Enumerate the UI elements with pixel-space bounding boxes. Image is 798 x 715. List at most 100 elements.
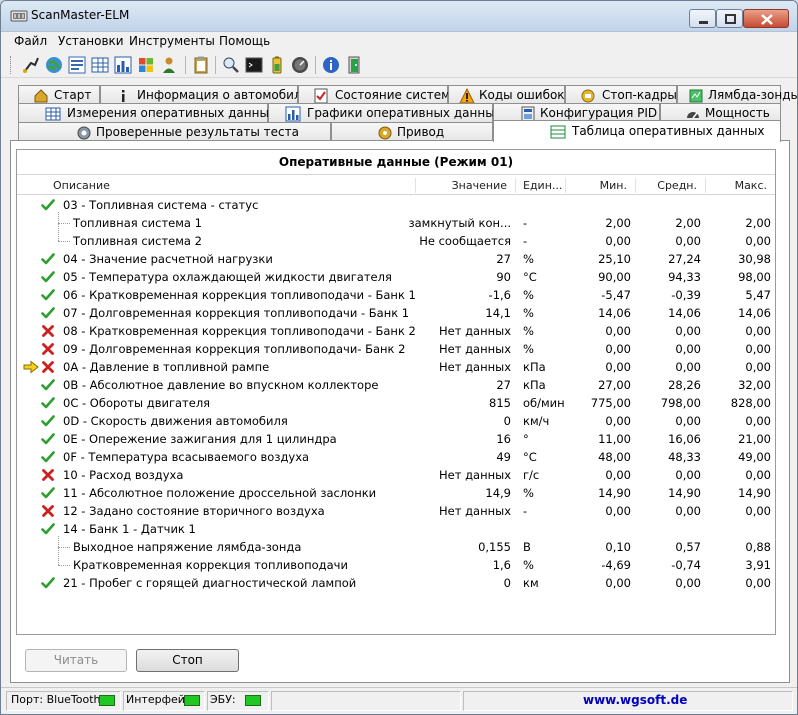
connect-icon[interactable] [21,55,41,75]
table-row[interactable]: 06 - Кратковременная коррекция топливопо… [17,286,775,304]
cell-max: 828,00 [730,396,771,410]
table-row[interactable]: 10 - Расход воздуха Нет данных г/с 0,00 0,00… [17,466,775,484]
tab-test-results[interactable]: Проверенные результаты теста [18,122,331,142]
tab-lambda-sensors[interactable]: Лямбда-зонды [677,85,797,105]
table-row[interactable]: 14 - Банк 1 - Датчик 1 [17,520,775,538]
tab-live-data-table[interactable]: Таблица оперативных данных [493,120,781,142]
table-row[interactable]: 08 - Кратковременная коррекция топливопо… [17,322,775,340]
clipboard-icon[interactable] [191,55,211,75]
menu-help[interactable]: Помощь [219,34,270,48]
table-row[interactable]: Кратковременная коррекция топливоподачи 1… [17,556,775,574]
tab-row-1: Старт Информация о автомобиле Состояние … [18,85,797,105]
tab-system-status[interactable]: Состояние системы [298,85,460,105]
table-row[interactable]: 09 - Долговременная коррекция топливопод… [17,340,775,358]
cell-unit: - [523,216,528,230]
minimize-button[interactable] [689,9,716,28]
port-led-icon [99,695,115,706]
freeze-icon [581,89,595,103]
title-bar[interactable]: ScanMaster-ELM [1,1,797,32]
check-icon [41,450,55,464]
column-header-description[interactable]: Описание [53,179,110,192]
tab-live-graphs[interactable]: Графики оперативных данных [268,103,502,123]
table-row[interactable]: 12 - Задано состояние вторичного воздуха… [17,502,775,520]
stop-button[interactable]: Стоп [136,649,239,672]
check-icon [41,378,55,392]
read-button[interactable]: Читать [25,649,127,672]
cell-value: 815 [489,396,511,410]
window-title: ScanMaster-ELM [31,8,130,22]
chart-icon[interactable] [113,55,133,75]
cell-unit: об/мин [523,396,565,410]
tab-live-measurements[interactable]: Измерения оперативных данных [18,103,276,123]
table-row[interactable]: 11 - Абсолютное положение дроссельной за… [17,484,775,502]
cell-avg: 0,00 [675,504,701,518]
exit-icon[interactable] [344,55,364,75]
table-row[interactable]: Топливная система 2 Не сообщается - 0,00 0,0… [17,232,775,250]
cell-value: 14,1 [485,306,511,320]
grid-title: Оперативные данные (Режим 01) [17,150,775,175]
main-window: ScanMaster-ELM Файл Установки Инструмент… [0,0,798,715]
column-header-avg[interactable]: Средн. [657,179,697,192]
table-row[interactable]: 21 - Пробег с горящей диагностической ла… [17,574,775,592]
table-row[interactable]: Топливная система 1 замкнутый кон... - 2,00… [17,214,775,232]
maximize-button[interactable] [716,9,743,28]
website-link[interactable]: www.wgsoft.de [583,693,687,707]
column-header-min[interactable]: Мин. [600,179,627,192]
table-row[interactable]: 0D - Скорость движения автомобиля 0 км/ч 0,… [17,412,775,430]
cell-description: 0A - Давление в топливной рампе [63,360,270,374]
live-data-grid[interactable]: Оперативные данные (Режим 01) Описание З… [16,149,776,635]
table-row[interactable]: 03 - Топливная система - статус [17,196,775,214]
table-row[interactable]: Выходное напряжение лямбда-зонда 0,155 В 0,… [17,538,775,556]
gauge-icon[interactable] [290,55,310,75]
tab-drive[interactable]: Привод [331,122,493,142]
status-ecu-label: ЭБУ: [210,693,236,706]
globe-icon[interactable] [44,55,64,75]
cell-avg: 0,00 [675,342,701,356]
table-row[interactable]: 05 - Температура охлаждающей жидкости дв… [17,268,775,286]
check-icon [41,198,55,212]
toolbar-separator [315,56,316,74]
status-port-label: Порт: BlueTooth [11,693,101,706]
table-row[interactable]: 07 - Долговременная коррекция топливопод… [17,304,775,322]
cell-description: Выходное напряжение лямбда-зонда [73,540,302,554]
cell-value: Нет данных [439,504,511,518]
cell-description: 12 - Задано состояние вторичного воздуха [63,504,325,518]
cell-description: 0E - Опережение зажигания для 1 цилиндра [63,432,337,446]
battery-icon[interactable] [267,55,287,75]
tab-start[interactable]: Старт [18,85,100,105]
column-header-unit[interactable]: Един... [523,179,562,192]
windows-icon[interactable] [136,55,156,75]
info-icon[interactable] [67,55,87,75]
help-icon[interactable] [321,55,341,75]
column-header-max[interactable]: Макс. [735,179,767,192]
person-icon[interactable] [159,55,179,75]
tab-error-codes[interactable]: Коды ошибок [448,85,565,105]
cross-icon [41,342,55,356]
terminal-icon[interactable] [244,55,264,75]
table-row[interactable]: 0B - Абсолютное давление во впускном кол… [17,376,775,394]
table-row[interactable]: 0F - Температура всасываемого воздуха 49 °… [17,448,775,466]
toolbar-grip[interactable] [10,56,13,74]
search-icon[interactable] [221,55,241,75]
cell-description: 04 - Значение расчетной нагрузки [63,252,273,266]
interface-led-icon [184,695,200,706]
table-row[interactable]: 0A - Давление в топливной рампе Нет данны… [17,358,775,376]
tab-vehicle-info[interactable]: Информация о автомобиле [100,85,309,105]
table-row[interactable]: 0C - Обороты двигателя 815 об/мин 775,00 798… [17,394,775,412]
menu-file[interactable]: Файл [14,34,47,48]
menu-settings[interactable]: Установки [58,34,124,48]
cell-max: 0,00 [745,504,771,518]
close-button[interactable] [743,9,789,28]
column-header-value[interactable]: Значение [452,179,507,192]
menu-tools[interactable]: Инструменты [129,34,215,48]
table-row[interactable]: 0E - Опережение зажигания для 1 цилиндра… [17,430,775,448]
cell-unit: км [523,576,539,590]
table-row[interactable]: 04 - Значение расчетной нагрузки 27% 25,10… [17,250,775,268]
tab-freeze-frames[interactable]: Стоп-кадры [565,85,677,105]
cell-value: 0 [503,576,511,590]
cell-unit: % [523,342,534,356]
cell-min: 25,10 [598,252,631,266]
table-icon[interactable] [90,55,110,75]
cell-unit: % [523,558,534,572]
cell-description: 0C - Обороты двигателя [63,396,211,410]
